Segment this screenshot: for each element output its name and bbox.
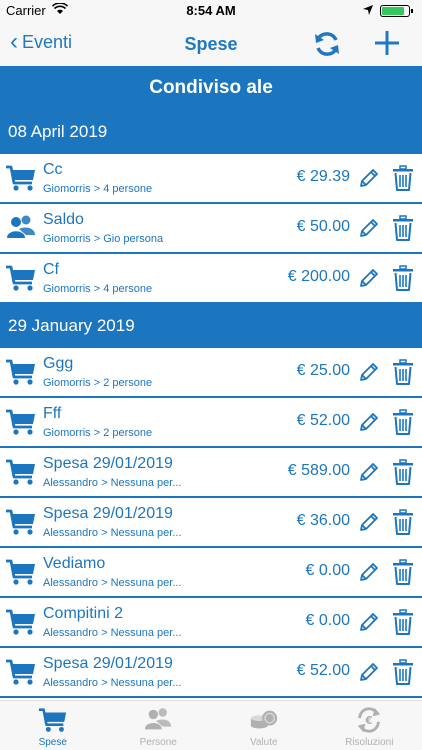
tab-label: Valute xyxy=(249,737,278,748)
trash-icon[interactable] xyxy=(392,659,414,685)
cart-icon xyxy=(5,606,37,638)
expense-row[interactable]: Cf Giomorris > 4 persone € 200.00 xyxy=(0,254,422,304)
pencil-icon[interactable] xyxy=(357,610,381,634)
people-icon xyxy=(5,212,37,244)
people-icon xyxy=(142,705,174,735)
navigation-bar: ‹ Eventi Spese xyxy=(0,22,422,66)
expense-title: Saldo xyxy=(43,211,84,228)
back-button[interactable]: ‹ Eventi xyxy=(10,30,72,54)
cart-icon xyxy=(5,356,37,388)
trash-icon[interactable] xyxy=(392,409,414,435)
expense-subtitle: Giomorris > 4 persone xyxy=(43,283,153,295)
tab-bar: Spese Persone Valute Risoluzioni xyxy=(0,700,422,750)
tab-label: Spese xyxy=(38,737,67,748)
trash-icon[interactable] xyxy=(392,359,414,385)
pencil-icon[interactable] xyxy=(357,216,381,240)
tab-valute[interactable]: Valute xyxy=(211,701,317,750)
expense-row[interactable]: Spesa 29/01/2019 Alessandro > Nessuna per… xyxy=(0,498,422,548)
status-time: 8:54 AM xyxy=(186,3,236,18)
expense-title: Ggg xyxy=(43,355,74,372)
trash-icon[interactable] xyxy=(392,265,414,291)
tab-label: Risoluzioni xyxy=(345,737,394,748)
expense-subtitle: Giomorris > 2 persone xyxy=(43,427,153,439)
chevron-left-icon: ‹ xyxy=(10,28,18,55)
expense-amount: € 52.00 xyxy=(296,662,350,679)
expense-title: Spesa 29/01/2019 xyxy=(43,505,173,522)
expense-subtitle: Giomorris > 2 persone xyxy=(43,377,153,389)
trash-icon[interactable] xyxy=(392,459,414,485)
expense-amount: € 0.00 xyxy=(305,562,350,579)
trash-icon[interactable] xyxy=(392,215,414,241)
group-title: Condiviso ale xyxy=(0,66,422,110)
expense-subtitle: Alessandro > Nessuna per... xyxy=(43,527,182,539)
pencil-icon[interactable] xyxy=(357,166,381,190)
tab-risoluzioni[interactable]: Risoluzioni xyxy=(317,701,422,750)
expense-row[interactable]: Fff Giomorris > 2 persone € 52.00 xyxy=(0,398,422,448)
expense-title: Cc xyxy=(43,161,63,178)
cart-icon xyxy=(5,656,37,688)
expense-amount: € 25.00 xyxy=(296,362,350,379)
pencil-icon[interactable] xyxy=(357,410,381,434)
coins-icon xyxy=(248,705,280,735)
expense-row[interactable]: Spesa 29/01/2019 Alessandro > Nessuna per… xyxy=(0,448,422,498)
expense-title: Compitini 2 xyxy=(43,605,124,622)
trash-icon[interactable] xyxy=(392,559,414,585)
expense-amount: € 200.00 xyxy=(287,268,350,285)
expense-row[interactable]: Cc Giomorris > 4 persone € 29.39 xyxy=(0,154,422,204)
expense-subtitle: Alessandro > Nessuna per... xyxy=(43,577,182,589)
cart-icon xyxy=(5,162,37,194)
expense-subtitle: Alessandro > Nessuna per... xyxy=(43,627,182,639)
expense-subtitle: Giomorris > 4 persone xyxy=(43,183,153,195)
expense-amount: € 36.00 xyxy=(296,512,350,529)
add-icon[interactable] xyxy=(372,28,402,58)
pencil-icon[interactable] xyxy=(357,266,381,290)
cart-icon xyxy=(5,406,37,438)
status-bar: Carrier 8:54 AM xyxy=(0,0,422,22)
trash-icon[interactable] xyxy=(392,609,414,635)
pencil-icon[interactable] xyxy=(357,510,381,534)
pencil-icon[interactable] xyxy=(357,560,381,584)
expense-row[interactable]: Spesa 29/01/2019 Alessandro > Nessuna per… xyxy=(0,648,422,698)
pencil-icon[interactable] xyxy=(357,460,381,484)
back-label: Eventi xyxy=(22,31,73,52)
tab-spese[interactable]: Spese xyxy=(0,701,106,750)
tab-label: Persone xyxy=(139,737,177,748)
expense-row[interactable]: Ggg Giomorris > 2 persone € 25.00 xyxy=(0,348,422,398)
battery-icon xyxy=(380,5,413,17)
expense-title: Spesa 29/01/2019 xyxy=(43,455,173,472)
expense-row[interactable]: Saldo Giomorris > Gio persona € 50.00 xyxy=(0,204,422,254)
expense-row[interactable]: Compitini 2 Alessandro > Nessuna per... € … xyxy=(0,598,422,648)
cart-icon xyxy=(5,506,37,538)
trash-icon[interactable] xyxy=(392,509,414,535)
expense-row[interactable]: Vediamo Alessandro > Nessuna per... € 0.00 xyxy=(0,548,422,598)
pencil-icon[interactable] xyxy=(357,360,381,384)
location-icon xyxy=(363,5,373,15)
exchange-icon xyxy=(353,705,385,735)
pencil-icon[interactable] xyxy=(357,660,381,684)
expense-title: Cf xyxy=(43,261,59,278)
expense-amount: € 0.00 xyxy=(305,612,350,629)
expense-amount: € 52.00 xyxy=(296,412,350,429)
trash-icon[interactable] xyxy=(392,165,414,191)
expense-amount: € 50.00 xyxy=(296,218,350,235)
section-date-header: 29 January 2019 xyxy=(0,304,422,348)
expense-subtitle: Alessandro > Nessuna per... xyxy=(43,477,182,489)
expense-amount: € 589.00 xyxy=(287,462,350,479)
refresh-icon[interactable] xyxy=(312,30,342,58)
expense-title: Vediamo xyxy=(43,555,106,572)
cart-icon xyxy=(5,556,37,588)
cart-icon xyxy=(5,262,37,294)
expense-title: Fff xyxy=(43,405,62,422)
cart-icon xyxy=(37,705,69,735)
expense-subtitle: Alessandro > Nessuna per... xyxy=(43,677,182,689)
cart-icon xyxy=(5,456,37,488)
expense-amount: € 29.39 xyxy=(296,168,350,185)
expense-title: Spesa 29/01/2019 xyxy=(43,655,173,672)
section-date-header: 08 April 2019 xyxy=(0,110,422,154)
tab-persone[interactable]: Persone xyxy=(106,701,212,750)
expense-subtitle: Giomorris > Gio persona xyxy=(43,233,164,245)
